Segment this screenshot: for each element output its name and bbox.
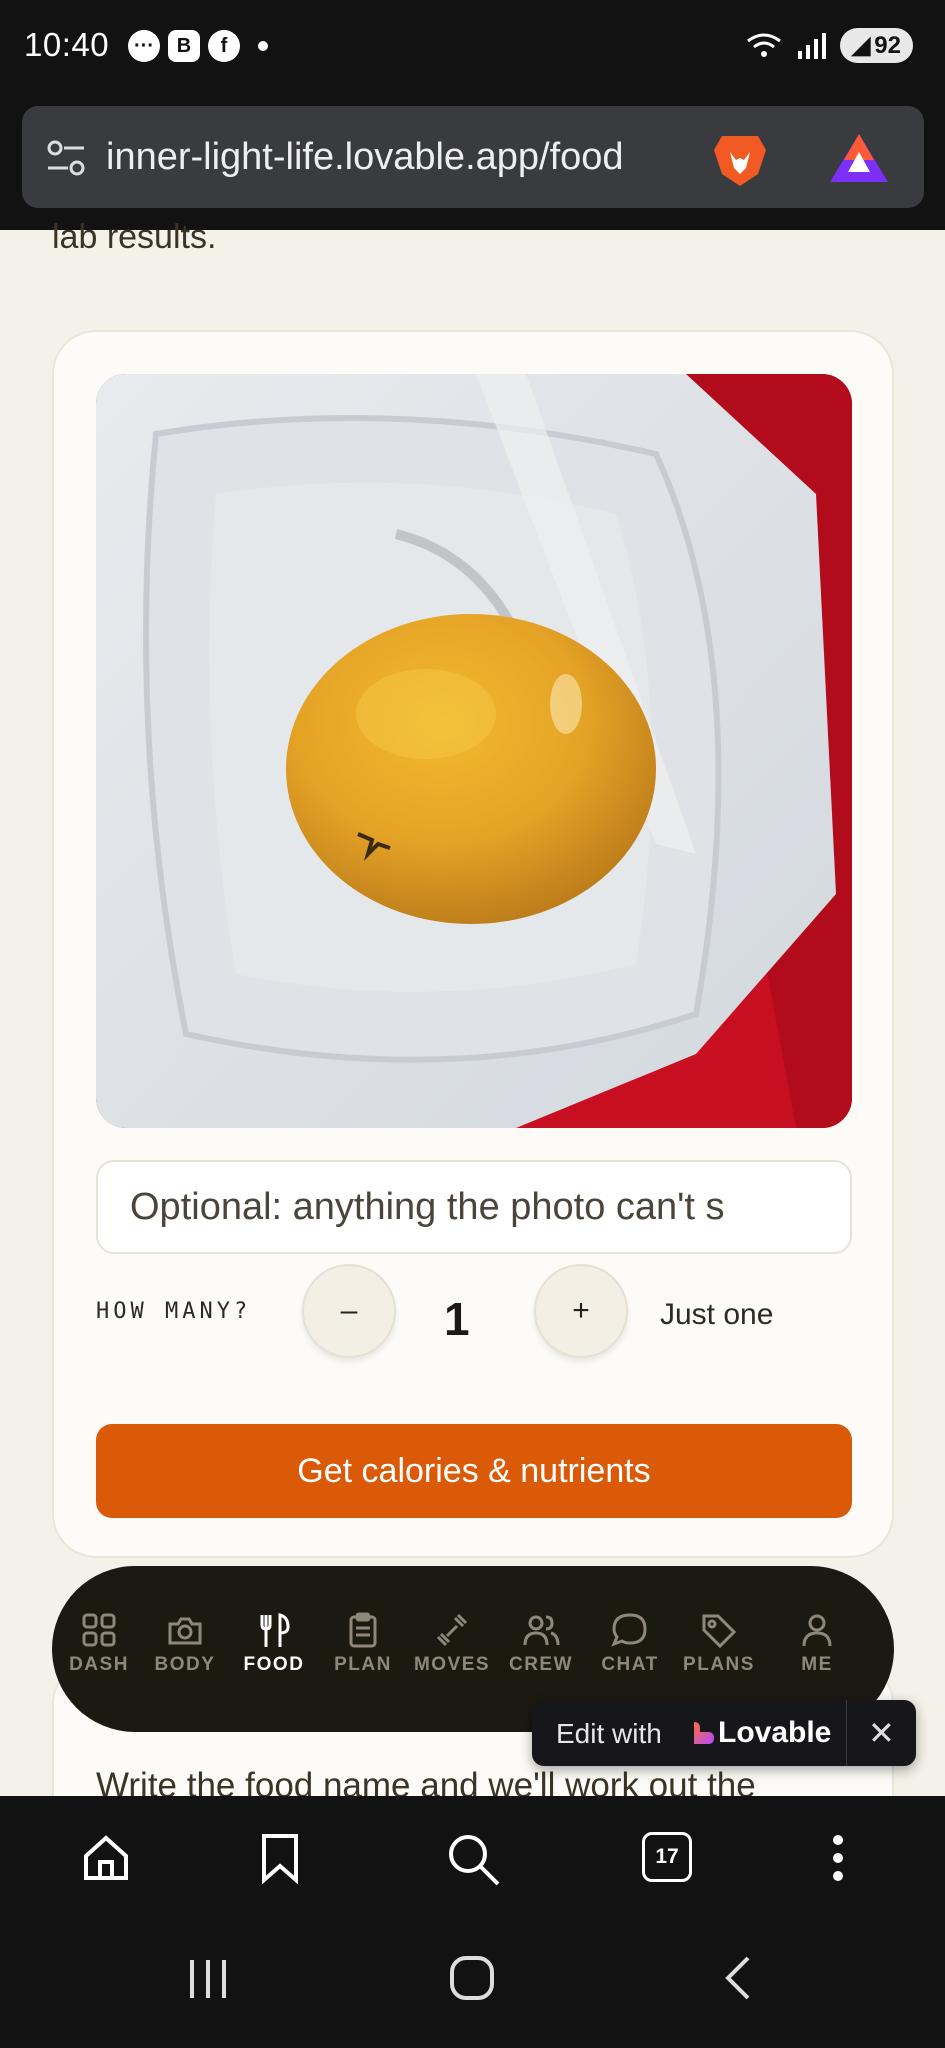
nav-label-crew: CREW	[508, 1654, 574, 1675]
nav-label-plan: PLAN	[334, 1654, 392, 1675]
status-time: 10:40	[24, 26, 110, 63]
nav-label-plans: PLANS	[683, 1654, 755, 1675]
dumbbell-icon	[436, 1613, 468, 1647]
edit-with-text: Edit with	[556, 1718, 662, 1749]
bookmark-icon[interactable]	[260, 1832, 300, 1884]
quantity-hint: Just one	[660, 1298, 774, 1331]
lovable-brand-text: Lovable	[718, 1716, 832, 1749]
edit-with-lovable-badge[interactable]: Edit with Lovable ✕	[532, 1700, 916, 1766]
more-notifications-dot-icon	[258, 41, 268, 51]
note-input[interactable]	[96, 1160, 852, 1254]
grid-icon	[82, 1613, 116, 1647]
status-bar: 10:40 ··· B f ◢ 92	[0, 0, 945, 92]
battery-leaf-icon: ◢	[851, 32, 871, 59]
nav-item-food[interactable]: FOOD	[229, 1612, 319, 1676]
battery-indicator: ◢ 92	[839, 28, 913, 63]
notification-icons: ··· B f	[128, 30, 268, 62]
recent-apps-icon[interactable]	[186, 1956, 230, 2000]
nav-label-chat: CHAT	[601, 1654, 659, 1675]
nav-item-plan[interactable]: PLAN	[318, 1612, 408, 1676]
address-bar[interactable]: inner-light-life.lovable.app/food	[22, 106, 924, 208]
nav-item-crew[interactable]: CREW	[496, 1612, 586, 1676]
brave-shields-icon[interactable]	[712, 130, 768, 188]
badge-divider	[846, 1700, 847, 1766]
messages-notification-icon: ···	[128, 30, 160, 62]
system-navigation-bar	[0, 1926, 945, 2048]
wifi-icon	[746, 33, 781, 57]
search-icon[interactable]	[446, 1832, 502, 1888]
nav-label-me: ME	[801, 1654, 833, 1675]
nav-item-dash[interactable]: DASH	[54, 1612, 144, 1676]
close-badge-button[interactable]: ✕	[868, 1714, 895, 1752]
get-calories-button[interactable]: Get calories & nutrients	[96, 1424, 852, 1518]
camera-icon	[168, 1617, 202, 1645]
brave-rewards-icon[interactable]	[828, 130, 890, 186]
apple-photo-image	[96, 374, 852, 1128]
nav-label-dash: DASH	[69, 1654, 129, 1675]
nav-item-me[interactable]: ME	[782, 1612, 852, 1676]
home-icon[interactable]	[80, 1832, 132, 1884]
nav-label-body: BODY	[154, 1654, 216, 1675]
utensils-icon	[260, 1613, 290, 1647]
increase-quantity-button[interactable]: +	[534, 1264, 628, 1358]
url-text[interactable]: inner-light-life.lovable.app/food	[106, 136, 624, 179]
nav-item-chat[interactable]: CHAT	[585, 1612, 675, 1676]
lovable-logo-icon	[694, 1722, 714, 1744]
signal-icon	[797, 32, 826, 59]
how-many-label: HOW MANY?	[96, 1299, 252, 1324]
nav-item-body[interactable]: BODY	[140, 1612, 230, 1676]
decrease-quantity-button[interactable]: –	[302, 1264, 396, 1358]
nav-item-moves[interactable]: MOVES	[407, 1612, 497, 1676]
browser-bottom-bar: 17	[0, 1796, 945, 1926]
facebook-notification-icon: f	[208, 30, 240, 62]
nav-item-plans[interactable]: PLANS	[674, 1612, 764, 1676]
previous-section-text: lab results.	[52, 218, 217, 256]
back-icon[interactable]	[720, 1954, 756, 2002]
site-settings-icon[interactable]	[44, 136, 88, 180]
chat-icon	[611, 1613, 647, 1647]
users-icon	[523, 1615, 560, 1646]
clipboard-icon	[349, 1612, 377, 1648]
quantity-value: 1	[444, 1293, 470, 1345]
tag-icon	[702, 1614, 737, 1648]
browser-toolbar: inner-light-life.lovable.app/food	[0, 92, 945, 230]
nav-label-food: FOOD	[243, 1654, 305, 1675]
food-photo-card: HOW MANY? – 1 + Just one Get calories & …	[52, 330, 894, 1558]
nav-label-moves: MOVES	[413, 1654, 491, 1675]
battery-level: 92	[874, 31, 901, 59]
more-menu-icon[interactable]	[826, 1832, 850, 1884]
food-photo	[96, 374, 852, 1128]
tab-count-button[interactable]: 17	[642, 1832, 692, 1882]
b-app-notification-icon: B	[168, 30, 200, 62]
user-icon	[802, 1614, 832, 1647]
system-indicators: ◢ 92	[744, 28, 913, 63]
home-button-icon[interactable]	[448, 1954, 496, 2002]
